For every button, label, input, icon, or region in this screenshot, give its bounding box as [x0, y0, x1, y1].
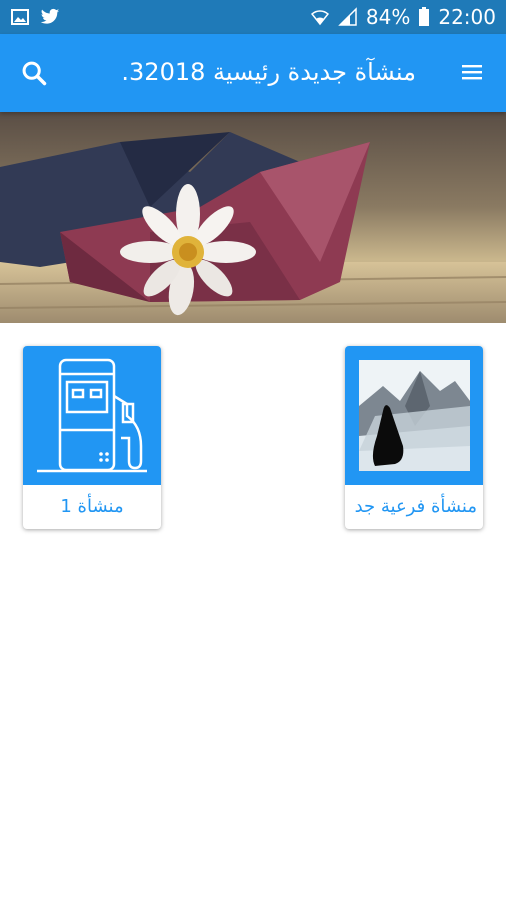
status-right: 84% 22:00: [310, 4, 496, 30]
card-label: منشأة فرعية جد: [354, 496, 477, 517]
battery-percent: 84%: [365, 5, 411, 29]
page-title: منشآة جديدة رئيسية 32018.: [121, 58, 416, 86]
app-bar: منشآة جديدة رئيسية 32018.: [0, 34, 506, 112]
fuel-pump-icon: [23, 346, 161, 485]
status-left-icons: [10, 7, 60, 27]
status-time: 22:00: [438, 5, 496, 29]
signal-icon: [338, 7, 357, 26]
wifi-icon: [310, 10, 329, 26]
menu-icon[interactable]: [460, 60, 484, 84]
card-facility-1[interactable]: منشأة 1: [23, 346, 161, 529]
card-image: [345, 346, 483, 485]
battery-icon: [419, 7, 430, 26]
card-facility-branch[interactable]: منشأة فرعية جد: [345, 346, 483, 529]
banner-image: [0, 112, 506, 323]
twitter-icon: [40, 8, 60, 24]
search-icon[interactable]: [20, 59, 48, 87]
status-bar: 84% 22:00: [0, 0, 506, 34]
card-label: منشأة 1: [60, 496, 124, 517]
gallery-icon: [11, 9, 29, 25]
